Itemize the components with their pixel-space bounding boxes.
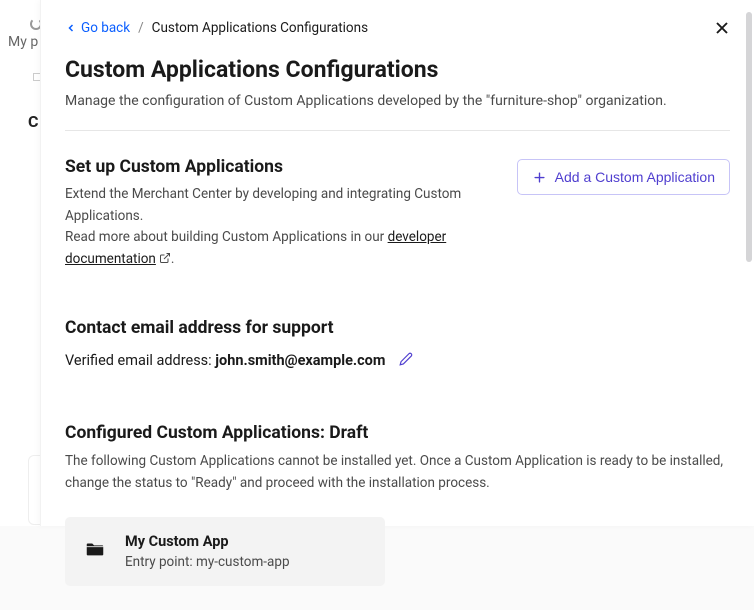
go-back-link[interactable]: Go back bbox=[65, 20, 130, 36]
app-entry-value: my-custom-app bbox=[196, 554, 290, 570]
add-app-button-label: Add a Custom Application bbox=[555, 169, 715, 185]
divider bbox=[65, 130, 730, 131]
close-icon bbox=[712, 18, 732, 38]
background-truncated-text: My p bbox=[8, 34, 38, 50]
close-button[interactable] bbox=[708, 14, 736, 42]
scrollbar[interactable] bbox=[746, 12, 752, 262]
pencil-icon bbox=[399, 352, 413, 366]
setup-desc-prefix: Read more about building Custom Applicat… bbox=[65, 229, 388, 245]
add-custom-application-button[interactable]: Add a Custom Application bbox=[517, 159, 730, 195]
folder-icon bbox=[83, 538, 107, 564]
go-back-label: Go back bbox=[81, 20, 130, 36]
plus-icon bbox=[532, 170, 547, 185]
verified-email-row: Verified email address: john.smith@examp… bbox=[65, 352, 385, 369]
app-name: My Custom App bbox=[125, 533, 290, 550]
edit-email-button[interactable] bbox=[397, 350, 415, 371]
app-entry-prefix: Entry point: bbox=[125, 554, 196, 570]
page-title: Custom Applications Configurations bbox=[65, 56, 730, 83]
setup-description: Extend the Merchant Center by developing… bbox=[65, 184, 497, 270]
app-entry-point: Entry point: my-custom-app bbox=[125, 554, 290, 570]
setup-desc-line1: Extend the Merchant Center by developing… bbox=[65, 186, 461, 224]
page-subtitle: Manage the configuration of Custom Appli… bbox=[65, 91, 730, 112]
verified-email-value: john.smith@example.com bbox=[215, 352, 385, 369]
breadcrumb-current: Custom Applications Configurations bbox=[152, 20, 368, 36]
background-letter: C bbox=[28, 112, 38, 131]
slideout-panel: Go back / Custom Applications Configurat… bbox=[40, 0, 754, 526]
contact-heading: Contact email address for support bbox=[65, 318, 730, 338]
setup-desc-suffix: . bbox=[171, 251, 175, 267]
custom-app-card[interactable]: My Custom App Entry point: my-custom-app bbox=[65, 517, 385, 586]
external-link-icon bbox=[159, 252, 171, 264]
verified-email-label: Verified email address: bbox=[65, 352, 215, 369]
setup-heading: Set up Custom Applications bbox=[65, 157, 497, 177]
breadcrumb-separator: / bbox=[138, 20, 144, 36]
configured-description: The following Custom Applications cannot… bbox=[65, 451, 730, 494]
breadcrumb: Go back / Custom Applications Configurat… bbox=[65, 20, 368, 36]
configured-heading: Configured Custom Applications: Draft bbox=[65, 423, 730, 443]
chevron-left-icon bbox=[65, 22, 77, 34]
